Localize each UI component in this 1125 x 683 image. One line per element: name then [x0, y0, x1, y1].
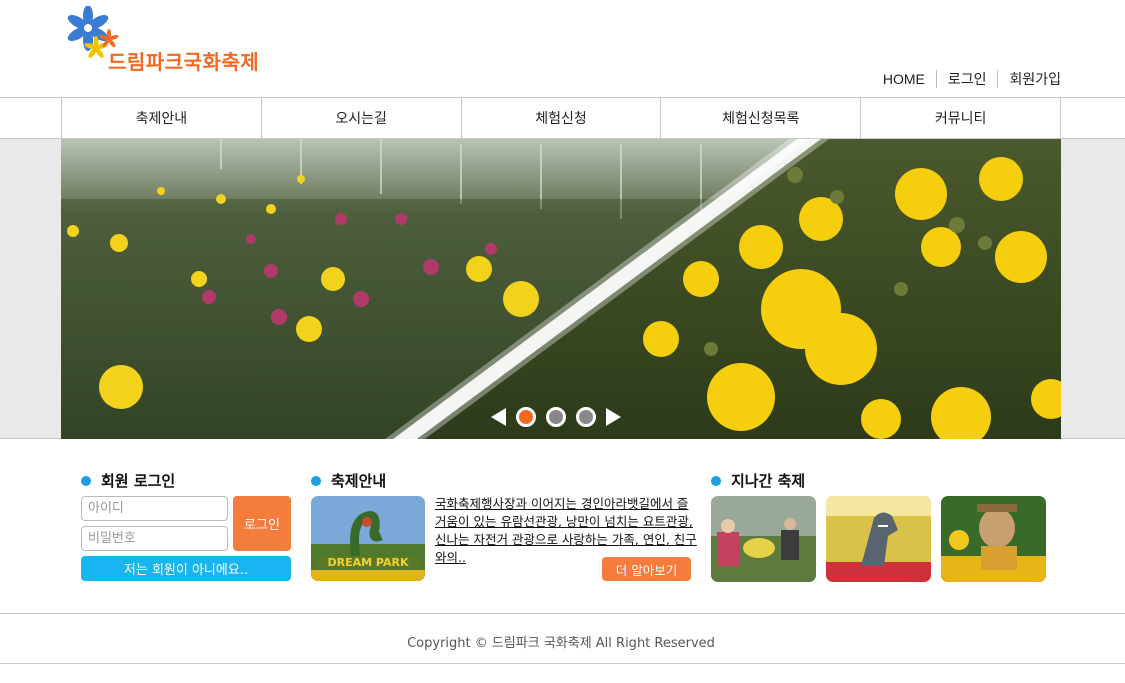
bullet-icon: [81, 475, 91, 486]
password-input[interactable]: 비밀번호: [81, 526, 228, 551]
home-link[interactable]: HOME: [872, 70, 936, 88]
footer-divider-bottom: [0, 663, 1125, 664]
nav-item-experience-apply[interactable]: 체험신청: [460, 98, 661, 138]
slider-dot-1[interactable]: [516, 407, 536, 427]
slider-controls: [491, 407, 621, 427]
slider-dot-2[interactable]: [546, 407, 566, 427]
hero-slider: [61, 139, 1061, 439]
hero-image: [61, 139, 1061, 439]
copyright-text: Copyright © 드림파크 국화축제 All Right Reserved: [407, 636, 715, 651]
footer-divider-top: [0, 613, 1125, 614]
login-title: 회원 로그인: [81, 470, 175, 491]
not-member-button[interactable]: 저는 회원이 아니에요..: [81, 556, 291, 581]
nav-item-community[interactable]: 커뮤니티: [860, 98, 1060, 138]
login-button[interactable]: 로그인: [233, 496, 291, 551]
login-link[interactable]: 로그인: [935, 70, 998, 88]
past-festival-thumb-3[interactable]: [941, 496, 1046, 582]
slider-next-arrow-icon[interactable]: [606, 408, 621, 426]
user-id-input[interactable]: 아이디: [81, 496, 228, 521]
learn-more-button[interactable]: 더 알아보기: [602, 557, 691, 581]
bullet-icon: [711, 475, 721, 486]
nav-item-festival-info[interactable]: 축제안내: [62, 98, 261, 138]
site-logo[interactable]: 드림파크국화축제: [66, 6, 286, 76]
past-festival-title-text: 지나간 축제: [731, 472, 806, 490]
nav-item-experience-list[interactable]: 체험신청목록: [660, 98, 860, 138]
festival-info-section: 축제안내 DREAM PARK 국화축제행사장과 이어지는 경인아라뱃길에서 즐…: [311, 470, 701, 585]
signup-link[interactable]: 회원가입: [997, 70, 1061, 88]
past-festival-thumb-2[interactable]: [826, 496, 931, 582]
header: 드림파크국화축제 HOME 로그인 회원가입: [0, 0, 1125, 97]
slider-prev-arrow-icon[interactable]: [491, 408, 506, 426]
past-festival-section: 지나간 축제: [711, 470, 1051, 585]
main-nav: 축제안내 오시는길 체험신청 체험신청목록 커뮤니티: [61, 98, 1061, 138]
main-nav-bar: 축제안내 오시는길 체험신청 체험신청목록 커뮤니티: [0, 97, 1125, 139]
login-title-text: 회원 로그인: [101, 472, 176, 490]
past-festival-title: 지나간 축제: [711, 470, 805, 491]
slider-dot-3[interactable]: [576, 407, 596, 427]
past-festival-thumb-1[interactable]: [711, 496, 816, 582]
nav-item-directions[interactable]: 오시는길: [260, 98, 461, 138]
member-login-section: 회원 로그인 아이디 비밀번호 로그인 저는 회원이 아니에요..: [81, 470, 296, 585]
bullet-icon: [311, 475, 321, 486]
festival-image[interactable]: DREAM PARK: [311, 496, 425, 581]
festival-title: 축제안내: [311, 470, 386, 491]
top-links: HOME 로그인 회원가입: [872, 70, 1061, 88]
logo-text: 드림파크국화축제: [108, 50, 260, 74]
festival-title-text: 축제안내: [331, 472, 387, 490]
festival-image-caption: DREAM PARK: [328, 556, 409, 569]
